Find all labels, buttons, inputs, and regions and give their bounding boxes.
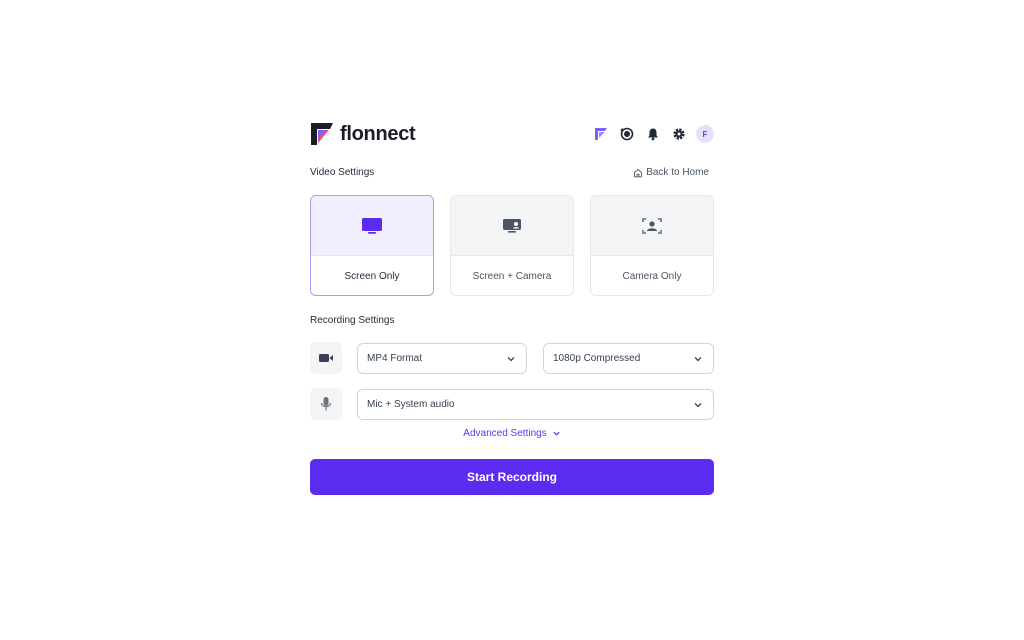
video-camera-icon [310, 342, 342, 374]
avatar[interactable]: F [696, 125, 714, 143]
history-icon[interactable] [618, 125, 636, 143]
back-to-home-link[interactable]: Back to Home [633, 167, 709, 178]
format-select[interactable]: MP4 Format [357, 343, 527, 374]
quality-value: 1080p Compressed [553, 353, 641, 364]
recorder-panel: flonnect F Video Settings Back to Home S… [310, 118, 714, 495]
monitor-icon [362, 217, 382, 234]
mode-label: Screen + Camera [472, 270, 552, 282]
chevron-down-icon [507, 357, 515, 362]
quality-select[interactable]: 1080p Compressed [543, 343, 714, 374]
recording-settings-title: Recording Settings [310, 315, 395, 326]
advanced-settings-toggle[interactable]: Advanced Settings [310, 428, 714, 439]
audio-select[interactable]: Mic + System audio [357, 389, 714, 420]
mode-screen-camera[interactable]: Screen + Camera [450, 195, 574, 296]
bell-icon[interactable] [644, 125, 662, 143]
chevron-down-icon [553, 431, 560, 436]
advanced-settings-label: Advanced Settings [463, 428, 547, 439]
recording-settings-header: Recording Settings [310, 315, 714, 326]
format-value: MP4 Format [367, 353, 423, 364]
audio-value: Mic + System audio [367, 399, 455, 410]
gear-icon[interactable] [670, 125, 688, 143]
brand-name: flonnect [340, 123, 416, 145]
mode-label: Screen Only [344, 270, 400, 282]
microphone-icon [310, 388, 342, 420]
video-settings-header: Video Settings Back to Home [310, 167, 714, 178]
audio-row: Mic + System audio [310, 388, 714, 420]
header-actions: F [584, 125, 714, 143]
mode-camera-only[interactable]: Camera Only [590, 195, 714, 296]
camera-user-icon [642, 217, 662, 234]
logo: flonnect [310, 122, 416, 146]
mode-label: Camera Only [622, 270, 682, 282]
start-recording-button[interactable]: Start Recording [310, 459, 714, 495]
video-settings-title: Video Settings [310, 167, 375, 178]
flonnect-logo-icon[interactable] [592, 125, 610, 143]
recording-mode-options: Screen Only Screen + Camera Camera Only [310, 195, 714, 296]
flonnect-logo-icon [311, 123, 333, 145]
format-row: MP4 Format 1080p Compressed [310, 342, 714, 374]
chevron-down-icon [694, 403, 702, 408]
monitor-camera-icon [503, 218, 521, 233]
back-to-home-label: Back to Home [646, 167, 709, 178]
chevron-down-icon [694, 357, 702, 362]
mode-screen-only[interactable]: Screen Only [310, 195, 434, 296]
home-icon [634, 168, 643, 177]
header: flonnect F [310, 118, 714, 152]
